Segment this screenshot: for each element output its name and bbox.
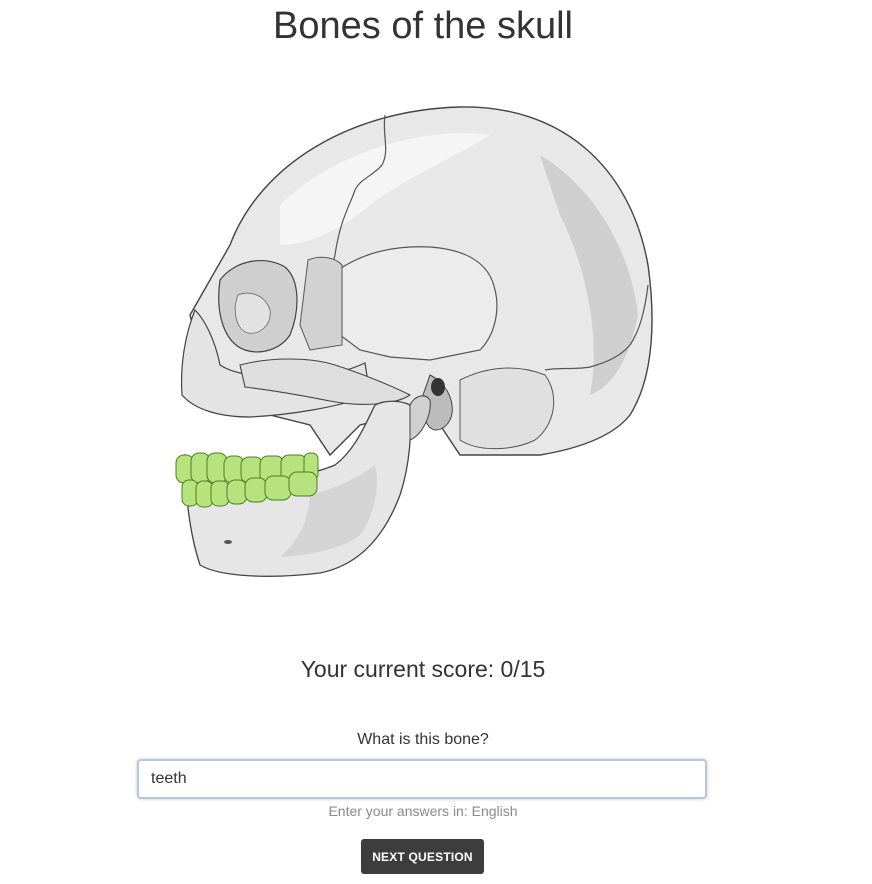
quiz-page: Bones of the skull Your current score: 0… [0, 0, 872, 884]
answer-input[interactable] [137, 759, 707, 799]
language-hint: Enter your answers in: English [328, 803, 518, 819]
next-question-button[interactable]: NEXT QUESTION [361, 839, 484, 874]
temporal-bone [337, 246, 498, 361]
page-title: Bones of the skull [273, 5, 573, 47]
question-prompt: What is this bone? [357, 731, 489, 748]
score-display: Your current score: 0/15 [300, 656, 546, 682]
skull-illustration [160, 95, 670, 585]
